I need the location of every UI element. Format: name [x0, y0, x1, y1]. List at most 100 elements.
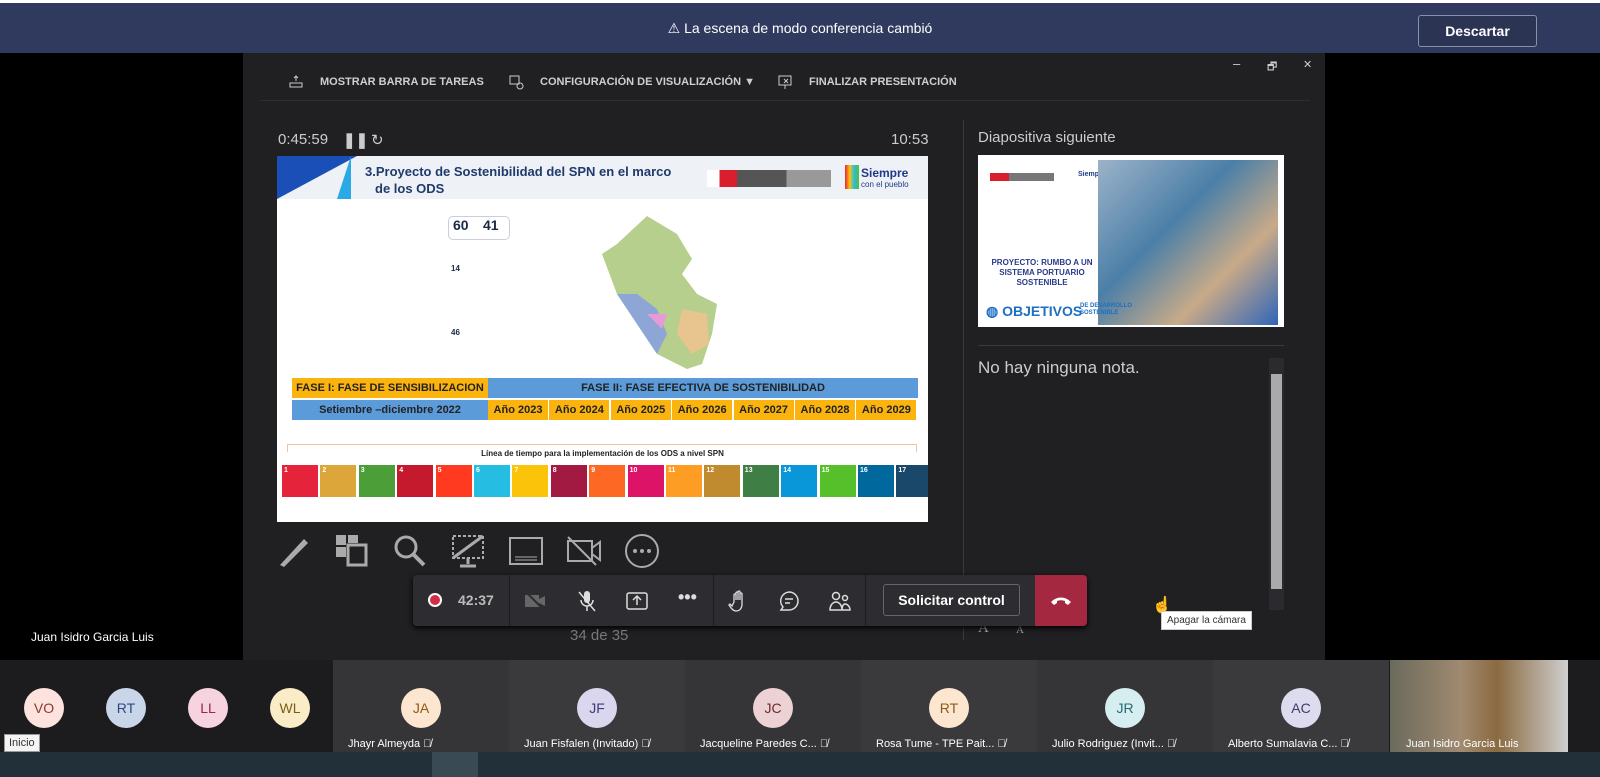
participant-name-text: Jacqueline Paredes C...	[700, 738, 817, 750]
display-settings-icon	[509, 75, 524, 90]
pen-icon[interactable]	[276, 533, 334, 569]
slide-counter: 34 de 35	[570, 627, 629, 644]
phase1-period: Setiembre –diciembre 2022	[292, 400, 488, 420]
current-slide: 3.Proyecto de Sostenibilidad del SPN en …	[277, 156, 928, 522]
notes-pane[interactable]: No hay ninguna nota.	[978, 345, 1284, 610]
participant-name-text: Rosa Tume - TPE Pait...	[876, 738, 995, 750]
show-taskbar-button[interactable]: MOSTRAR BARRA DE TAREAS	[288, 74, 484, 90]
speaker-name: Juan Isidro Garcia Luis	[31, 630, 154, 644]
restore-button[interactable]: 🗗	[1267, 58, 1277, 77]
warning-icon: ⚠	[667, 20, 685, 36]
participant-name-text: Alberto Sumalavia C...	[1228, 738, 1338, 750]
sdg-goal-9-icon: 9	[589, 465, 626, 497]
sdg-goal-8-icon: 8	[550, 465, 587, 497]
raise-hand-icon[interactable]	[727, 589, 751, 613]
taskbar	[0, 752, 1600, 777]
participant-name: Alberto Sumalavia C... 🎙̸	[1228, 738, 1349, 750]
slide-title-line2: de los ODS	[375, 181, 445, 196]
reset-icon[interactable]: ↻	[371, 131, 384, 149]
participant-name: Jacqueline Paredes C... 🎙̸	[700, 738, 828, 750]
black-screen-icon[interactable]	[450, 533, 508, 569]
header-accent	[337, 156, 351, 199]
more-options-icon[interactable]	[624, 533, 682, 569]
brand-logo-icon	[845, 165, 859, 189]
avatar[interactable]: WL	[270, 688, 310, 728]
stat-terminals: 60	[453, 217, 469, 233]
divider	[865, 575, 866, 626]
avatar: AC	[1281, 688, 1321, 728]
recording-icon	[428, 593, 442, 607]
ods-sub2: SOSTENIBLE	[1080, 310, 1119, 316]
mic-off-icon: 🎙̸	[819, 738, 829, 750]
presenter-tools	[276, 533, 682, 569]
participant-tile[interactable]: JR Julio Rodriguez (Invit... 🎙̸	[1037, 660, 1213, 752]
avatar[interactable]: RT	[106, 688, 146, 728]
mic-off-icon[interactable]	[575, 589, 599, 613]
share-screen-icon[interactable]	[625, 589, 649, 613]
video-tile[interactable]: Juan Isidro Garcia Luis	[1390, 660, 1568, 752]
ods-logo: ◍ OBJETIVOS	[986, 303, 1083, 319]
slide-title: 3.Proyecto de Sostenibilidad del SPN en …	[365, 164, 672, 179]
year-cell: Año 2023	[488, 400, 548, 420]
subtitles-icon[interactable]	[508, 533, 566, 569]
camera-off-icon[interactable]	[523, 589, 547, 613]
avatar: RT	[929, 688, 969, 728]
participant-name: Juan Fisfalen (Invitado) 🎙̸	[524, 738, 650, 750]
next-slide-label: Diapositiva siguiente	[978, 129, 1116, 146]
port-collage	[1098, 160, 1278, 325]
participant-tile[interactable]: AC Alberto Sumalavia C... 🎙̸	[1213, 660, 1389, 752]
stat-public: 14	[451, 264, 460, 273]
participant-tile[interactable]: JA Jhayr Almeyda 🎙̸	[333, 660, 509, 752]
year-cell: Año 2029	[856, 400, 917, 420]
participant-name-text: Julio Rodriguez (Invit...	[1052, 738, 1164, 750]
chat-icon[interactable]	[777, 589, 801, 613]
hang-up-button[interactable]	[1035, 575, 1087, 626]
participant-tile[interactable]: JF Juan Fisfalen (Invitado) 🎙̸	[509, 660, 685, 752]
participant-tile[interactable]: RT Rosa Tume - TPE Pait... 🎙̸	[861, 660, 1037, 752]
avatar[interactable]: VO	[24, 688, 64, 728]
dismiss-button[interactable]: Descartar	[1418, 15, 1537, 47]
avatar: JR	[1105, 688, 1145, 728]
stat-boarding: 41	[483, 217, 499, 233]
next-slide-thumbnail[interactable]: Siempre PROYECTO: RUMBO A UN SISTEMA POR…	[978, 155, 1284, 327]
participants-icon[interactable]	[828, 589, 852, 613]
year-cell: Año 2028	[795, 400, 855, 420]
brand-logo-sub: con el pueblo	[861, 180, 909, 189]
more-actions-icon[interactable]: •••	[678, 587, 697, 608]
banner-message: ⚠ La escena de modo conferencia cambió	[667, 20, 933, 36]
notes-scrollbar[interactable]	[1269, 358, 1284, 610]
see-all-slides-icon[interactable]	[334, 533, 392, 569]
stat-private: 46	[451, 328, 460, 337]
minimize-button[interactable]: –	[1233, 56, 1240, 71]
participant-name-text: Jhayr Almeyda	[348, 738, 421, 750]
participant-name-text: Juan Fisfalen (Invitado)	[524, 738, 639, 750]
taskbar-app[interactable]	[432, 752, 478, 777]
avatar[interactable]: LL	[188, 688, 228, 728]
request-control-button[interactable]: Solicitar control	[883, 584, 1020, 616]
elapsed-timer: 0:45:59	[278, 131, 329, 148]
phase2-label: FASE II: FASE EFECTIVA DE SOSTENIBILIDAD	[488, 378, 918, 398]
notes-text: No hay ninguna nota.	[978, 358, 1140, 377]
participant-name: Rosa Tume - TPE Pait... 🎙̸	[876, 738, 1006, 750]
sdg-goal-11-icon: 11	[666, 465, 702, 497]
sdg-goal-13-icon: 13	[742, 465, 779, 497]
zoom-icon[interactable]	[392, 533, 450, 569]
sdg-goal-14-icon: 14	[781, 465, 818, 497]
end-show-button[interactable]: FINALIZAR PRESENTACIÓN	[777, 74, 957, 90]
ministry-logo	[990, 173, 1054, 181]
sdg-goal-4-icon: 4	[397, 465, 434, 497]
scrollbar-thumb[interactable]	[1271, 374, 1282, 589]
participant-tile[interactable]: JC Jacqueline Paredes C... 🎙̸	[685, 660, 861, 752]
sdg-goal-2-icon: 2	[320, 465, 357, 497]
taskbar-icon	[289, 75, 303, 88]
pause-icon[interactable]: ❚❚	[343, 131, 368, 149]
participant-name: Julio Rodriguez (Invit... 🎙̸	[1052, 738, 1175, 750]
mic-off-icon: 🎙̸	[641, 738, 650, 750]
meeting-controls: 42:37 ••• Solicitar control	[413, 575, 1087, 626]
close-button[interactable]: ✕	[1303, 58, 1312, 71]
camera-off-icon[interactable]	[566, 533, 624, 569]
sdg-goal-6-icon: 6	[474, 465, 510, 497]
display-settings-button[interactable]: CONFIGURACIÓN DE VISUALIZACIÓN ▼	[508, 74, 755, 90]
avatar: JF	[577, 688, 617, 728]
mic-off-icon: 🎙̸	[423, 738, 432, 750]
